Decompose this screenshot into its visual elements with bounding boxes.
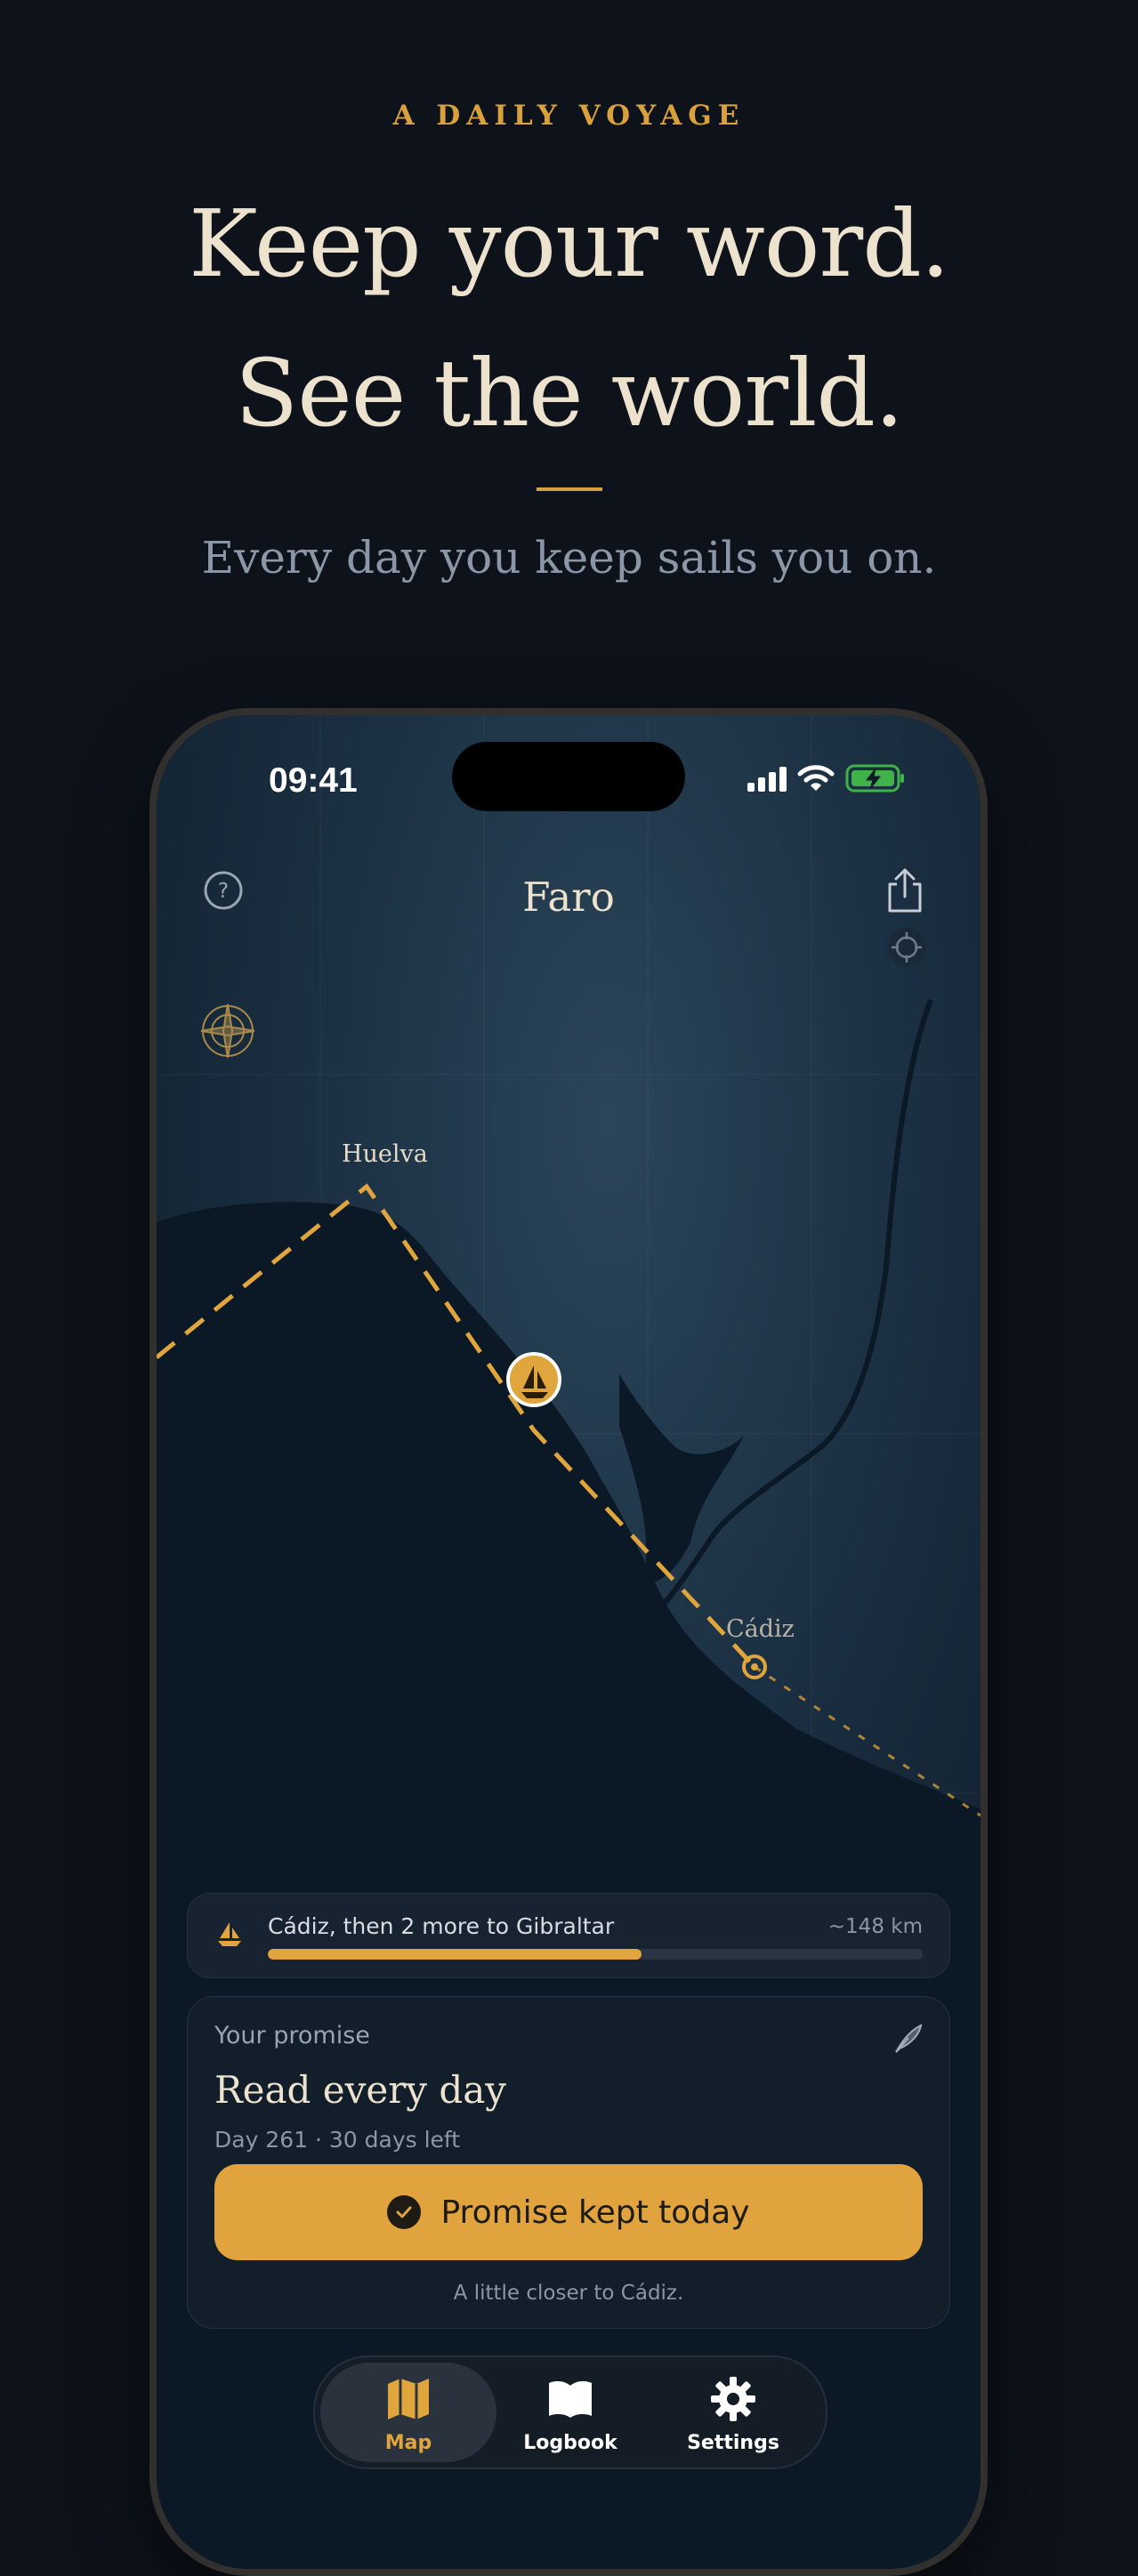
gear-icon (711, 2377, 755, 2421)
phone-frame: Huelva Cádiz 09:41 ? Faro Cádiz, then 2 … (149, 708, 988, 2576)
sailboat-icon (218, 1922, 241, 1946)
quill-edit-icon[interactable] (891, 2022, 924, 2056)
promise-card: Your promise Read every day Day 261 · 30… (187, 1996, 950, 2329)
progress-text: Cádiz, then 2 more to Gibraltar (268, 1913, 615, 1939)
wifi-icon (797, 765, 835, 791)
tab-logbook-label: Logbook (523, 2432, 617, 2454)
tab-settings[interactable]: Settings (646, 2363, 820, 2462)
nav-title: Faro (522, 873, 615, 921)
dynamic-island (452, 742, 685, 811)
tab-map-label: Map (384, 2432, 432, 2454)
signal-icon (747, 767, 787, 792)
destination-label: Cádiz (726, 1615, 795, 1643)
tab-map[interactable]: Map (320, 2363, 496, 2462)
origin-label: Huelva (342, 1140, 428, 1168)
tab-bar: Map Logbook Settings (313, 2355, 827, 2469)
promise-kept-button[interactable]: Promise kept today (214, 2164, 923, 2260)
tab-settings-label: Settings (687, 2432, 779, 2454)
promise-kept-label: Promise kept today (440, 2194, 750, 2231)
headline-line-1: Keep your word. (189, 189, 950, 298)
divider (537, 487, 602, 491)
progress-fill (268, 1949, 642, 1960)
progress-card[interactable]: Cádiz, then 2 more to Gibraltar ~148 km (187, 1893, 950, 1978)
promise-footnote: A little closer to Cádiz. (453, 2282, 684, 2305)
destination-marker-dot (751, 1663, 758, 1670)
subtitle: Every day you keep sails you on. (201, 532, 937, 584)
tab-logbook[interactable]: Logbook (484, 2363, 657, 2462)
progress-track (268, 1949, 923, 1960)
promise-title: Read every day (214, 2068, 507, 2112)
promise-label: Your promise (214, 2022, 370, 2049)
phone-screen: Huelva Cádiz 09:41 ? Faro Cádiz, then 2 … (157, 715, 981, 2569)
checkmark-icon (387, 2195, 422, 2229)
status-time: 09:41 (269, 761, 358, 800)
book-icon (549, 2381, 592, 2418)
locate-icon[interactable] (886, 927, 927, 968)
map-icon (388, 2379, 429, 2419)
promise-meta: Day 261 · 30 days left (214, 2127, 461, 2153)
progress-distance: ~148 km (827, 1915, 923, 1938)
kicker: A DAILY VOYAGE (392, 100, 746, 132)
battery-charging-icon (845, 764, 904, 793)
share-icon[interactable] (884, 866, 925, 914)
headline-line-2: See the world. (234, 339, 904, 447)
